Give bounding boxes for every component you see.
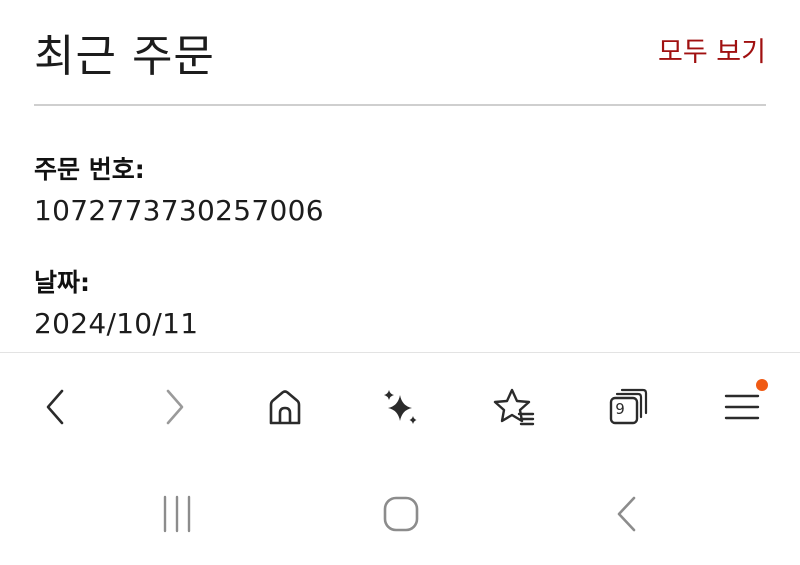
home-button[interactable] (259, 381, 311, 433)
notification-dot (756, 379, 768, 391)
page-title: 최근 주문 (34, 31, 215, 82)
tab-count: 9 (615, 400, 625, 418)
forward-icon (166, 389, 184, 425)
bookmarks-button[interactable] (488, 381, 540, 433)
menu-icon (724, 394, 760, 420)
home-icon (269, 390, 301, 425)
menu-button[interactable] (716, 379, 768, 433)
recent-apps-button[interactable] (147, 492, 207, 536)
bookmarks-icon (493, 388, 535, 426)
order-number-field: 주문 번호: 1072773730257006 (34, 150, 766, 227)
back-icon (46, 389, 64, 425)
home-nav-button[interactable] (371, 492, 431, 536)
browser-toolbar: 9 (0, 352, 800, 462)
back-button[interactable] (30, 381, 82, 433)
header: 최근 주문 모두 보기 (34, 18, 766, 106)
forward-button[interactable] (148, 381, 200, 433)
order-date-field: 날짜: 2024/10/11 (34, 263, 766, 340)
order-number-label: 주문 번호: (34, 155, 145, 184)
home-button-icon (383, 496, 419, 532)
order-date-label: 날짜: (34, 268, 90, 297)
order-date-value: 2024/10/11 (34, 307, 199, 340)
back-nav-button[interactable] (596, 492, 656, 536)
tabs-button[interactable]: 9 (602, 381, 654, 433)
recent-apps-icon (163, 495, 191, 533)
sparkle-icon (384, 390, 417, 424)
order-number-value: 1072773730257006 (34, 194, 324, 227)
assistant-button[interactable] (374, 381, 426, 433)
page: 최근 주문 모두 보기 주문 번호: 1072773730257006 날짜: … (0, 0, 800, 565)
order-info: 주문 번호: 1072773730257006 날짜: 2024/10/11 (34, 150, 766, 376)
system-navigation-bar (0, 462, 800, 565)
view-all-link[interactable]: 모두 보기 (658, 30, 766, 69)
back-nav-icon (617, 496, 636, 532)
